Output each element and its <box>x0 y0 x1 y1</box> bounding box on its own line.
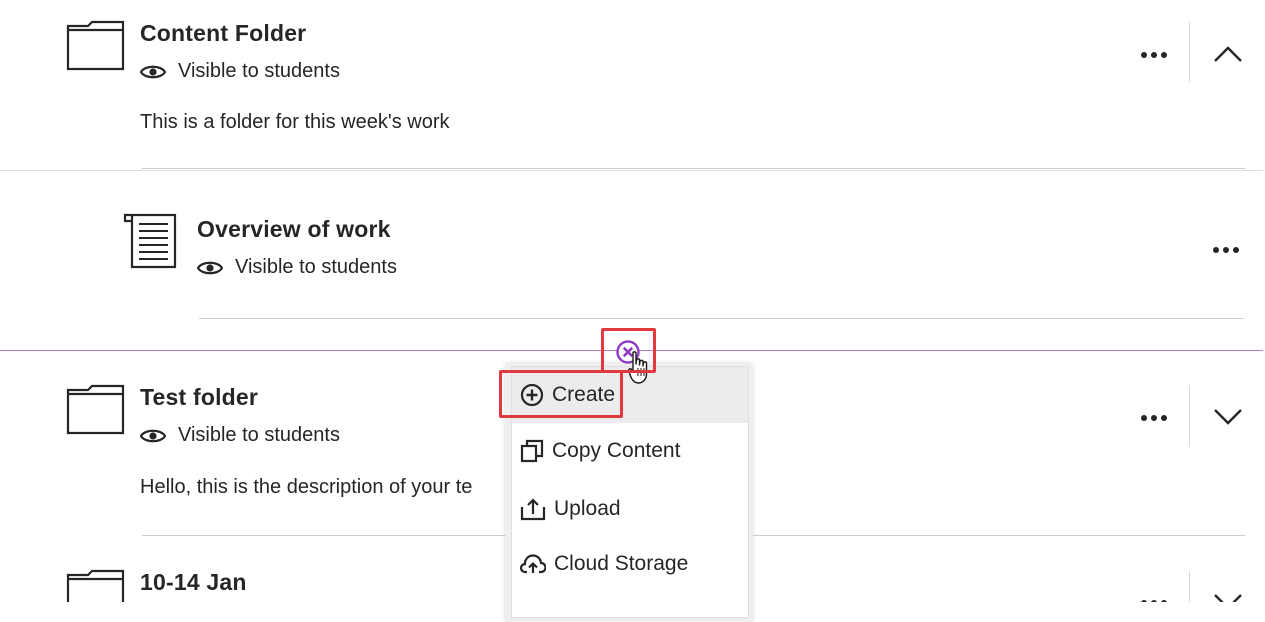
copy-icon <box>520 439 544 463</box>
folder-icon <box>66 384 126 441</box>
document-icon <box>122 211 182 276</box>
eye-icon <box>140 63 166 81</box>
upload-icon <box>520 497 546 521</box>
chevron-down-icon <box>1213 409 1243 430</box>
visibility-status[interactable]: Visible to students <box>140 60 340 83</box>
more-options-button[interactable] <box>1136 408 1172 428</box>
menu-item-label: Cloud Storage <box>554 552 689 575</box>
visibility-status[interactable]: Visible to students <box>140 424 340 447</box>
divider <box>1189 386 1190 446</box>
menu-item-cloud-storage[interactable]: Cloud Storage <box>512 536 748 592</box>
item-title[interactable]: Test folder <box>140 384 258 411</box>
chevron-up-icon <box>1213 46 1243 67</box>
more-options-button[interactable] <box>1136 593 1172 602</box>
plus-circle-icon <box>520 383 544 407</box>
visibility-label: Visible to students <box>178 424 340 446</box>
expand-button[interactable] <box>1213 408 1243 431</box>
menu-item-label: Create <box>552 383 616 406</box>
collapse-button[interactable] <box>1213 45 1243 68</box>
menu-item-copy-content[interactable]: Copy Content <box>512 423 748 479</box>
divider <box>1189 22 1190 82</box>
content-item-overview-of-work: Overview of work Visible to students <box>0 171 1265 349</box>
chevron-down-icon <box>1213 594 1243 602</box>
item-title[interactable]: Overview of work <box>197 216 391 243</box>
more-options-button[interactable] <box>1208 240 1244 260</box>
add-content-menu: Create Copy Content Upload Cloud Storage <box>505 362 753 622</box>
folder-icon <box>66 569 126 602</box>
visibility-label: Visible to students <box>178 60 340 82</box>
folder-icon <box>66 20 126 77</box>
item-description: Hello, this is the description of your t… <box>140 476 473 498</box>
item-divider <box>199 318 1244 319</box>
content-item-content-folder: Content Folder Visible to students This … <box>0 0 1265 170</box>
item-title[interactable]: Content Folder <box>140 20 306 47</box>
item-title[interactable]: 10-14 Jan <box>140 569 247 596</box>
menu-item-upload[interactable]: Upload <box>512 481 748 537</box>
visibility-label: Visible to students <box>235 256 397 278</box>
pointer-cursor-icon <box>628 350 652 391</box>
item-divider <box>142 168 1245 169</box>
more-options-button[interactable] <box>1136 45 1172 65</box>
cloud-upload-icon <box>520 552 546 576</box>
divider <box>1189 571 1190 602</box>
eye-icon <box>197 259 223 277</box>
expand-button[interactable] <box>1213 593 1243 602</box>
menu-item-label: Copy Content <box>552 439 681 462</box>
menu-item-label: Upload <box>554 497 621 520</box>
eye-icon <box>140 427 166 445</box>
add-content-menu-list: Create Copy Content Upload Cloud Storage <box>511 366 749 618</box>
visibility-status[interactable]: Visible to students <box>197 256 397 279</box>
item-description: This is a folder for this week's work <box>140 111 450 133</box>
